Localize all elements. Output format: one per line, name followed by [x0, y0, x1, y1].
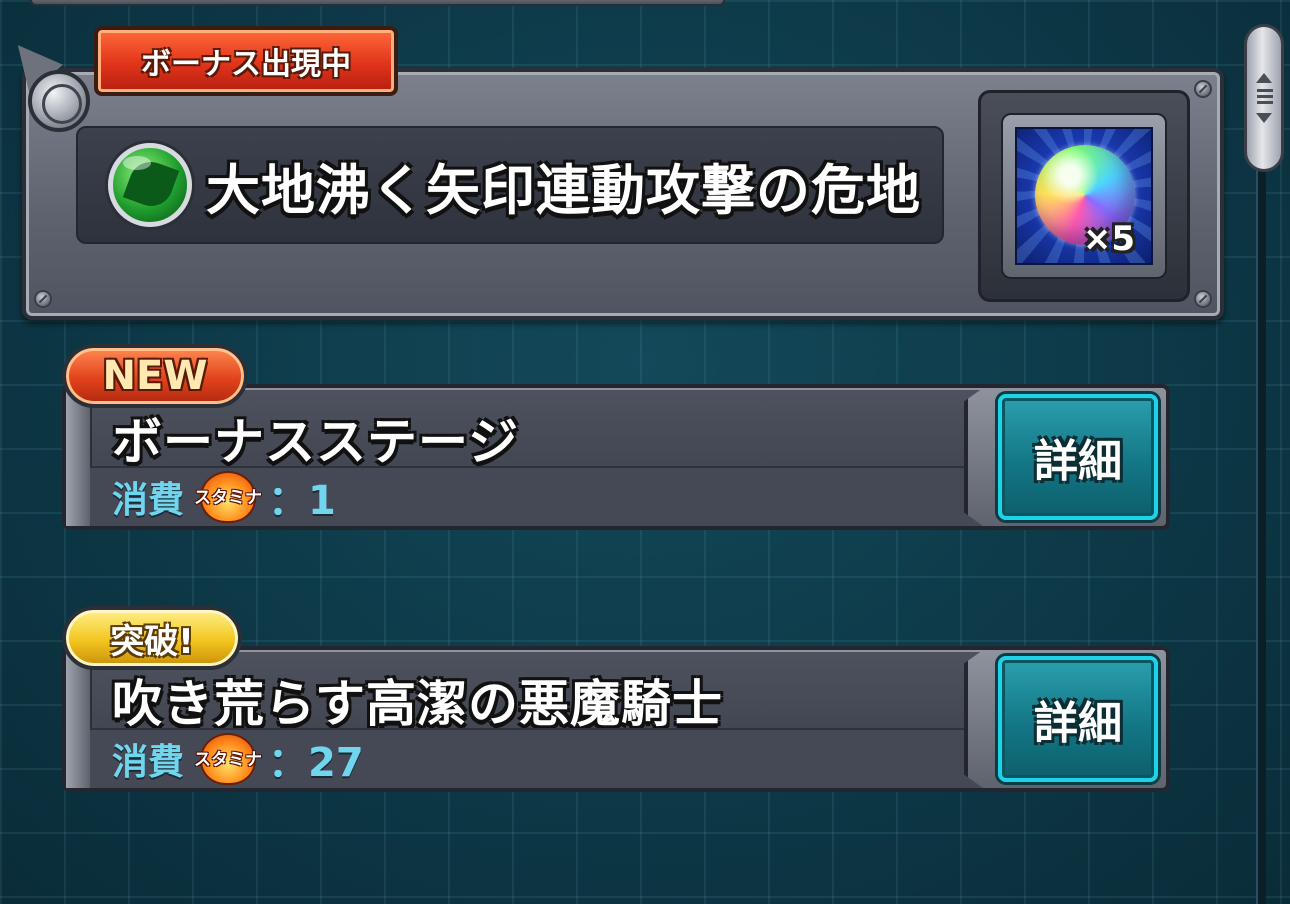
cost-value: ：27	[268, 740, 364, 786]
stage-name: ボーナスステージ	[112, 413, 519, 471]
pin-ball-icon	[28, 70, 90, 132]
stamina-icon: スタミナ	[192, 471, 262, 523]
screw-icon	[1194, 80, 1212, 98]
grip-icon	[1257, 89, 1273, 107]
stamina-icon-text: スタミナ	[194, 488, 263, 508]
scrollbar-thumb[interactable]	[1244, 24, 1284, 172]
screw-icon	[1194, 290, 1212, 308]
reward-box: ×5	[1015, 127, 1153, 265]
screw-icon	[34, 290, 52, 308]
bonus-badge: ボーナス出現中	[94, 26, 398, 96]
arrow-up-icon	[1256, 73, 1272, 83]
detail-button[interactable]: 詳細	[998, 656, 1158, 782]
cost-label: 消費	[112, 480, 185, 521]
stage-row-boss[interactable]: 吹き荒らす高潔の悪魔騎士 消費 スタミナ ：27 詳細 突破!	[62, 606, 1170, 792]
cost-label: 消費	[112, 742, 185, 783]
stage-row-bonus[interactable]: ボーナスステージ 消費 スタミナ ：1 詳細 NEW	[62, 344, 1170, 530]
reward-inner: ×5	[1001, 113, 1167, 279]
pin-decoration	[1, 31, 90, 132]
cost-strip: 消費 スタミナ ：27	[90, 728, 992, 788]
quest-card[interactable]: 大地沸く矢印連動攻撃の危地 ×5	[22, 68, 1224, 320]
top-strip	[30, 0, 725, 6]
scrollbar-track[interactable]	[1256, 120, 1266, 904]
cost-strip: 消費 スタミナ ：1	[90, 466, 992, 526]
leaf-element-icon	[108, 143, 192, 227]
quest-title: 大地沸く矢印連動攻撃の危地	[206, 158, 921, 222]
new-tag: NEW	[62, 344, 248, 408]
arrow-down-icon	[1256, 113, 1272, 123]
reward-count: ×5	[1082, 219, 1135, 259]
breakthrough-tag: 突破!	[62, 606, 242, 670]
cost-value: ：1	[268, 478, 336, 524]
quest-title-panel: 大地沸く矢印連動攻撃の危地	[76, 126, 944, 244]
stage-name: 吹き荒らす高潔の悪魔騎士	[112, 675, 723, 733]
detail-button[interactable]: 詳細	[998, 394, 1158, 520]
stamina-icon: スタミナ	[192, 733, 262, 785]
reward-frame: ×5	[978, 90, 1190, 302]
stamina-icon-text: スタミナ	[194, 750, 263, 770]
